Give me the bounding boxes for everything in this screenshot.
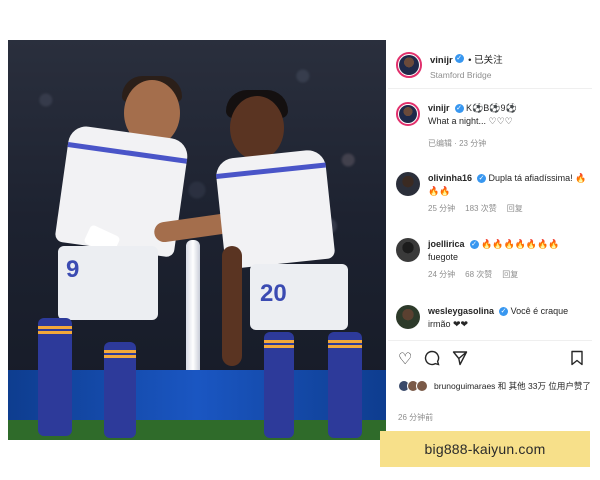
liker-avatar <box>416 380 428 392</box>
comment-item: wesleygasolina ✓ Você é craque irmão ❤❤ <box>396 305 590 331</box>
post-sidebar: vinijr ✓ • 已关注 Stamford Bridge vinijr ✓ K⚽… <box>388 40 592 440</box>
header-divider <box>388 88 592 89</box>
player-right-head <box>230 96 284 160</box>
post-location[interactable]: Stamford Bridge <box>430 70 503 80</box>
player-right-sock <box>328 332 362 438</box>
shirt-stripe <box>216 162 326 179</box>
player-left-shorts: 9 <box>58 246 158 320</box>
verified-badge-icon: ✓ <box>454 104 464 114</box>
commenter-avatar[interactable] <box>396 172 420 196</box>
bookmark-icon[interactable] <box>570 350 584 370</box>
player-left-number: 9 <box>66 256 80 283</box>
commenter-avatar[interactable] <box>396 305 420 329</box>
post-header-text: vinijr ✓ • 已关注 Stamford Bridge <box>430 50 503 80</box>
share-icon[interactable] <box>452 350 468 370</box>
actions-divider <box>388 340 592 341</box>
player-left: 9 <box>26 76 234 440</box>
verified-badge-icon: ✓ <box>477 174 487 184</box>
post-timestamp: 26 分钟前 <box>398 413 434 422</box>
comment-username[interactable]: olivinha16 <box>428 173 472 183</box>
liker-avatars <box>398 380 428 392</box>
verified-badge-icon: ✓ <box>469 240 479 250</box>
player-left-sock <box>38 318 72 436</box>
player-right-shorts: 20 <box>250 264 348 330</box>
author-avatar[interactable] <box>396 52 422 78</box>
post-caption: vinijr ✓ K⚽B⚽9⚽ What a night... ♡♡♡ 已编辑 ·… <box>396 102 590 149</box>
shirt-stripe <box>67 142 188 164</box>
comment-likes[interactable]: 183 次赞 <box>465 203 497 214</box>
commenter-avatar[interactable] <box>396 238 420 262</box>
reply-button[interactable]: 回复 <box>502 269 518 280</box>
post-photo[interactable]: 9 20 <box>8 40 386 440</box>
follow-status-button[interactable]: 已关注 <box>474 55 503 66</box>
author-username[interactable]: vinijr <box>430 55 453 66</box>
comment-time: 25 分钟 <box>428 204 456 213</box>
likes-text[interactable]: brunoguimaraes 和 其他 33万 位用户赞了 <box>434 380 594 392</box>
caption-username[interactable]: vinijr <box>428 103 450 113</box>
comment-icon[interactable] <box>424 350 440 370</box>
comment-item: olivinha16 ✓ Dupla tá afiadíssima! 🔥🔥🔥 25… <box>396 172 590 214</box>
player-right: 20 <box>208 90 378 440</box>
author-avatar[interactable] <box>396 102 420 126</box>
likes-summary: brunoguimaraes 和 其他 33万 位用户赞了 <box>398 380 594 392</box>
watermark-banner: big888-kaiyun.com <box>380 431 590 467</box>
caption-meta: 已编辑 · 23 分钟 <box>428 139 487 148</box>
heart-icon[interactable]: ♡ <box>398 352 412 368</box>
comment-item: joellirica ✓ 🔥🔥🔥🔥🔥🔥🔥 fuegote 24 分钟 68 次赞 … <box>396 238 590 280</box>
comment-time: 24 分钟 <box>428 270 456 279</box>
player-left-sock <box>104 342 136 438</box>
comment-likes[interactable]: 68 次赞 <box>465 269 492 280</box>
player-right-sock <box>264 332 294 438</box>
player-right-arm <box>222 246 242 366</box>
comment-username[interactable]: wesleygasolina <box>428 306 494 316</box>
post-actions: ♡ <box>398 350 584 370</box>
watermark-text: big888-kaiyun.com <box>424 441 546 457</box>
caption-text-line-2: What a night... ♡♡♡ <box>428 116 513 126</box>
verified-badge-icon: ✓ <box>454 54 464 64</box>
comment-username[interactable]: joellirica <box>428 239 465 249</box>
caption-text: K⚽B⚽9⚽ <box>466 103 517 113</box>
player-right-number: 20 <box>260 280 287 307</box>
post-header: vinijr ✓ • 已关注 Stamford Bridge <box>396 50 503 80</box>
reply-button[interactable]: 回复 <box>507 203 523 214</box>
verified-badge-icon: ✓ <box>499 307 509 317</box>
